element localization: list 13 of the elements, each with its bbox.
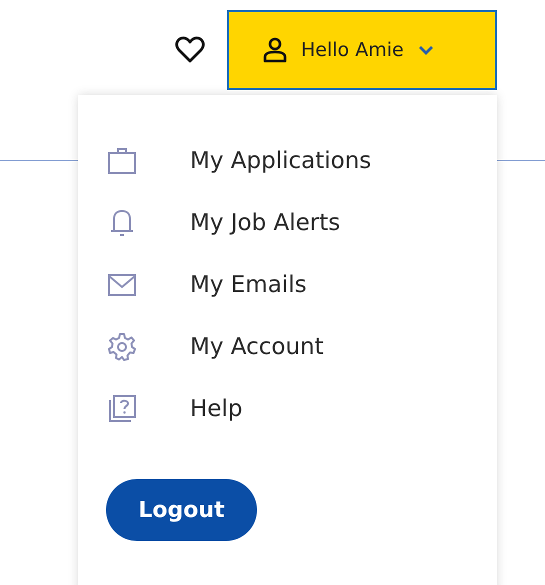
heart-icon[interactable]	[175, 36, 205, 64]
briefcase-icon	[106, 145, 138, 177]
account-menu-button[interactable]: Hello Amie	[227, 10, 497, 90]
logout-button[interactable]: Logout	[106, 479, 257, 541]
menu-item[interactable]: My Applications	[190, 143, 372, 179]
chevron-icon	[418, 45, 434, 55]
user-icon	[263, 37, 287, 63]
help-icon	[106, 393, 138, 425]
gear-icon	[106, 331, 138, 363]
menu-item[interactable]: Help	[190, 391, 242, 427]
menu-item[interactable]: My Account	[190, 329, 324, 365]
menu-item[interactable]: My Emails	[190, 267, 307, 303]
menu-item[interactable]: My Job Alerts	[190, 205, 340, 241]
